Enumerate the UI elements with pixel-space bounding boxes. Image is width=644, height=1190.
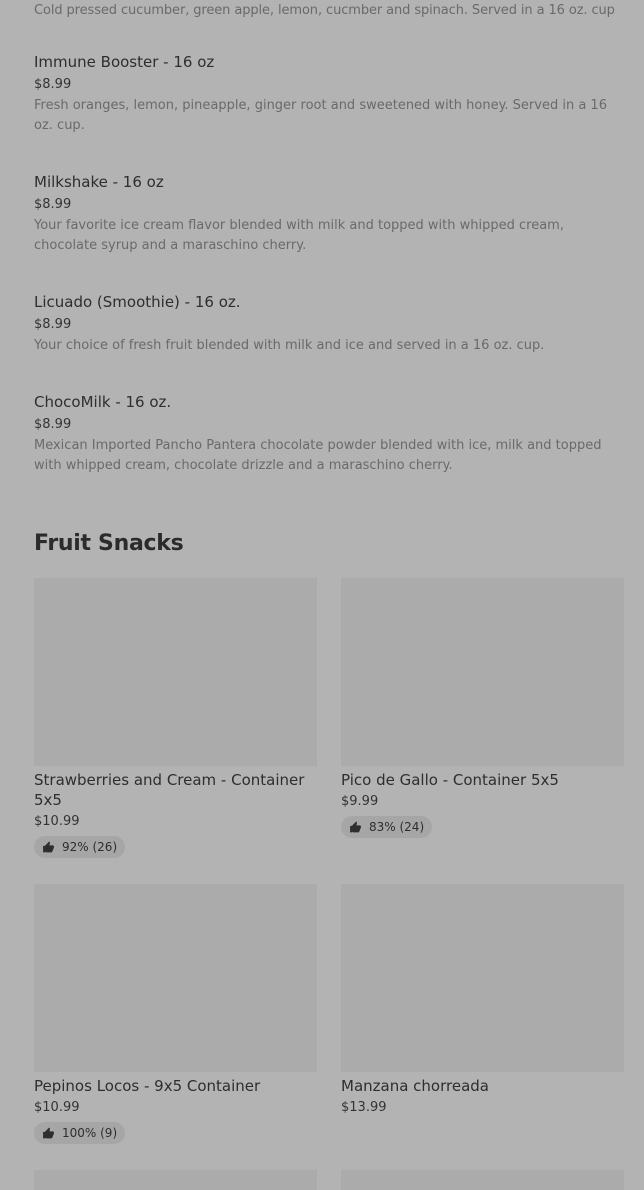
product-image[interactable] (34, 1170, 317, 1190)
rating-badge: 83% (24) (341, 816, 433, 838)
thumbs-up-icon (43, 841, 54, 852)
menu-item-licuado[interactable]: Licuado (Smoothie) - 16 oz. $8.99 Your c… (34, 292, 609, 356)
drink-description: Cold pressed cucumber, green apple, lemo… (34, 3, 615, 18)
menu-item-price: $8.99 (34, 317, 72, 332)
product-price: $10.99 (34, 814, 80, 829)
product-price: $10.99 (34, 1100, 80, 1115)
menu-item-price: $8.99 (34, 197, 72, 212)
product-image[interactable] (34, 578, 317, 766)
product-card-pico-de-gallo[interactable]: Pico de Gallo - Container 5x5 $9.99 83% … (341, 578, 624, 838)
product-title: Strawberries and Cream - Container 5x5 (34, 771, 305, 809)
rating-text: 83% (24) (369, 820, 425, 834)
product-title: Pico de Gallo - Container 5x5 (341, 771, 559, 789)
product-image[interactable] (341, 1170, 624, 1190)
menu-item-name: ChocoMilk - 16 oz. (34, 393, 172, 411)
rating-badge: 100% (9) (34, 1122, 126, 1144)
menu-item-milkshake[interactable]: Milkshake - 16 oz $8.99 Your favorite ic… (34, 172, 609, 256)
product-price: $13.99 (341, 1100, 387, 1115)
rating-badge: 92% (26) (34, 836, 126, 858)
product-card-manzana-chorreada[interactable]: Manzana chorreada $13.99 (341, 884, 624, 1117)
product-title: Manzana chorreada (341, 1077, 489, 1095)
section-title-fruit-snacks: Fruit Snacks (34, 531, 184, 556)
menu-item-immune-booster[interactable]: Immune Booster - 16 oz $8.99 Fresh orang… (34, 52, 609, 136)
product-card-pepinos-locos[interactable]: Pepinos Locos - 9x5 Container $10.99 100… (34, 884, 317, 1144)
product-card-strawberries-cream[interactable]: Strawberries and Cream - Container 5x5 $… (34, 578, 317, 858)
product-image[interactable] (341, 578, 624, 766)
menu-item-price: $8.99 (34, 77, 72, 92)
menu-item-description: Fresh oranges, lemon, pineapple, ginger … (34, 98, 607, 133)
product-image[interactable] (34, 884, 317, 1072)
menu-item-name: Licuado (Smoothie) - 16 oz. (34, 293, 241, 311)
rating-text: 100% (9) (62, 1126, 118, 1140)
menu-item-description: Mexican Imported Pancho Pantera chocolat… (34, 438, 602, 473)
thumbs-up-icon (43, 1127, 54, 1138)
menu-item-description: Your favorite ice cream flavor blended w… (34, 218, 564, 253)
menu-item-description: Your choice of fresh fruit blended with … (34, 338, 545, 353)
menu-item-chocomilk[interactable]: ChocoMilk - 16 oz. $8.99 Mexican Importe… (34, 392, 609, 476)
menu-item-name: Milkshake - 16 oz (34, 173, 164, 191)
product-price: $9.99 (341, 794, 379, 809)
product-image[interactable] (341, 884, 624, 1072)
thumbs-up-icon (350, 821, 361, 832)
rating-text: 92% (26) (62, 840, 118, 854)
product-title: Pepinos Locos - 9x5 Container (34, 1077, 261, 1095)
menu-item-price: $8.99 (34, 417, 72, 432)
menu-item-name: Immune Booster - 16 oz (34, 53, 215, 71)
